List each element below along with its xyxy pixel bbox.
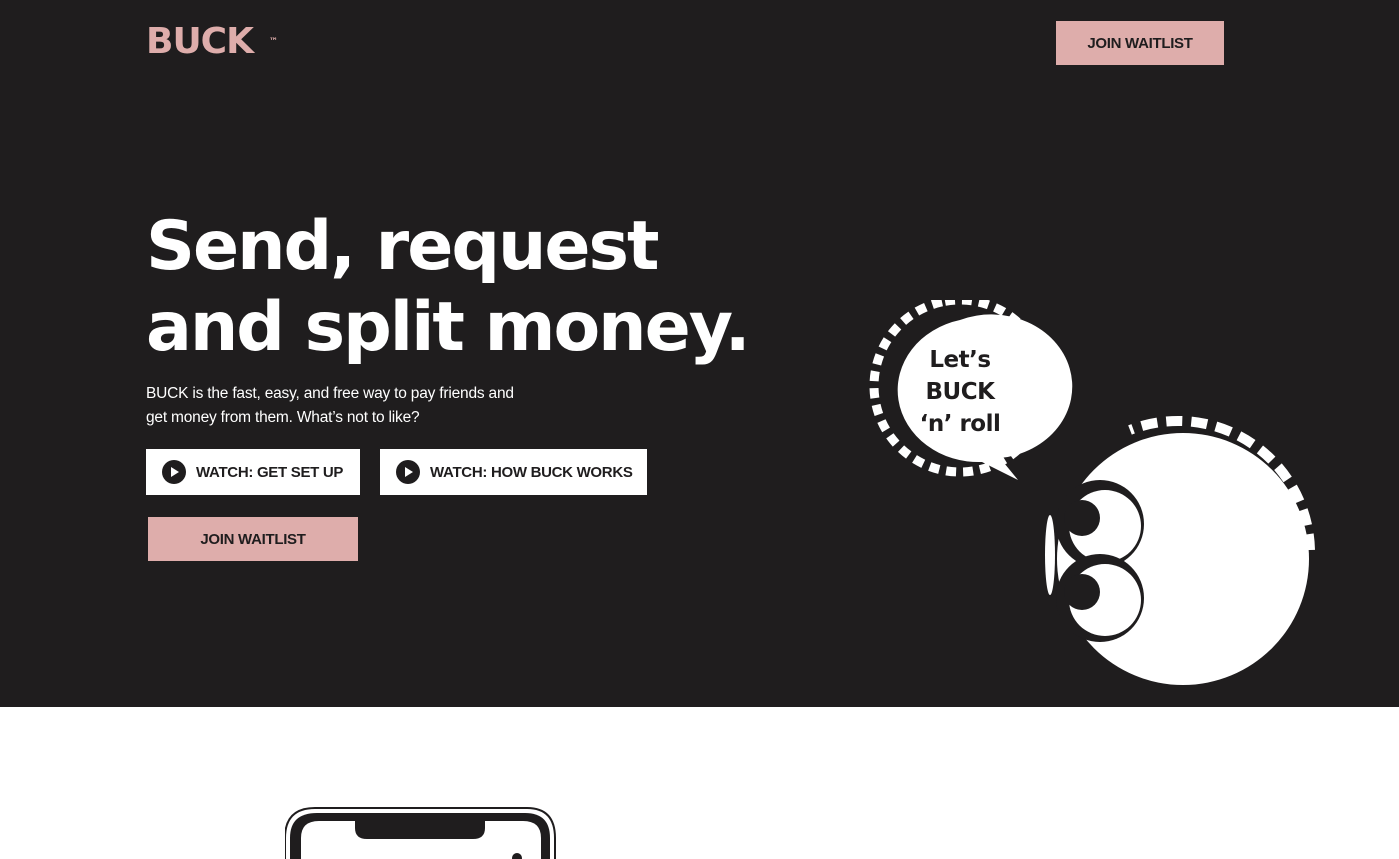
watch-get-set-up-button[interactable]: WATCH: GET SET UP bbox=[146, 449, 360, 495]
coin-mascot bbox=[1045, 415, 1315, 685]
hero-subcopy: BUCK is the fast, easy, and free way to … bbox=[146, 385, 514, 426]
bubble-line-3: ‘n’ roll bbox=[919, 411, 1001, 437]
hero-join-waitlist-button[interactable]: JOIN WAITLIST bbox=[148, 517, 358, 561]
watch-get-set-up-label: WATCH: GET SET UP bbox=[196, 463, 344, 481]
bubble-line-2: BUCK bbox=[925, 379, 995, 405]
logo-text: BUCK bbox=[146, 21, 254, 62]
bubble-line-1: Let’s bbox=[929, 347, 991, 373]
watch-how-buck-works-label: WATCH: HOW BUCK WORKS bbox=[430, 463, 633, 481]
headline-line-1: Send, request bbox=[146, 207, 660, 286]
hero-headline: Send, request and split money. bbox=[146, 206, 751, 368]
trademark-mark: ™ bbox=[269, 37, 278, 47]
nav-join-waitlist-button[interactable]: JOIN WAITLIST bbox=[1056, 21, 1224, 65]
play-icon bbox=[396, 460, 420, 484]
phone-mockup bbox=[285, 807, 556, 859]
hero-section: BUCK ™ JOIN WAITLIST Send, request and s… bbox=[0, 0, 1399, 707]
headline-line-2: and split money. bbox=[146, 288, 751, 367]
play-icon bbox=[162, 460, 186, 484]
speech-bubble-text: Let’s BUCK ‘n’ roll bbox=[880, 344, 1040, 440]
features-section bbox=[0, 707, 1399, 859]
watch-how-buck-works-button[interactable]: WATCH: HOW BUCK WORKS bbox=[380, 449, 647, 495]
buck-logo[interactable]: BUCK ™ bbox=[146, 21, 278, 62]
mascot-eye-bottom bbox=[1056, 554, 1144, 642]
